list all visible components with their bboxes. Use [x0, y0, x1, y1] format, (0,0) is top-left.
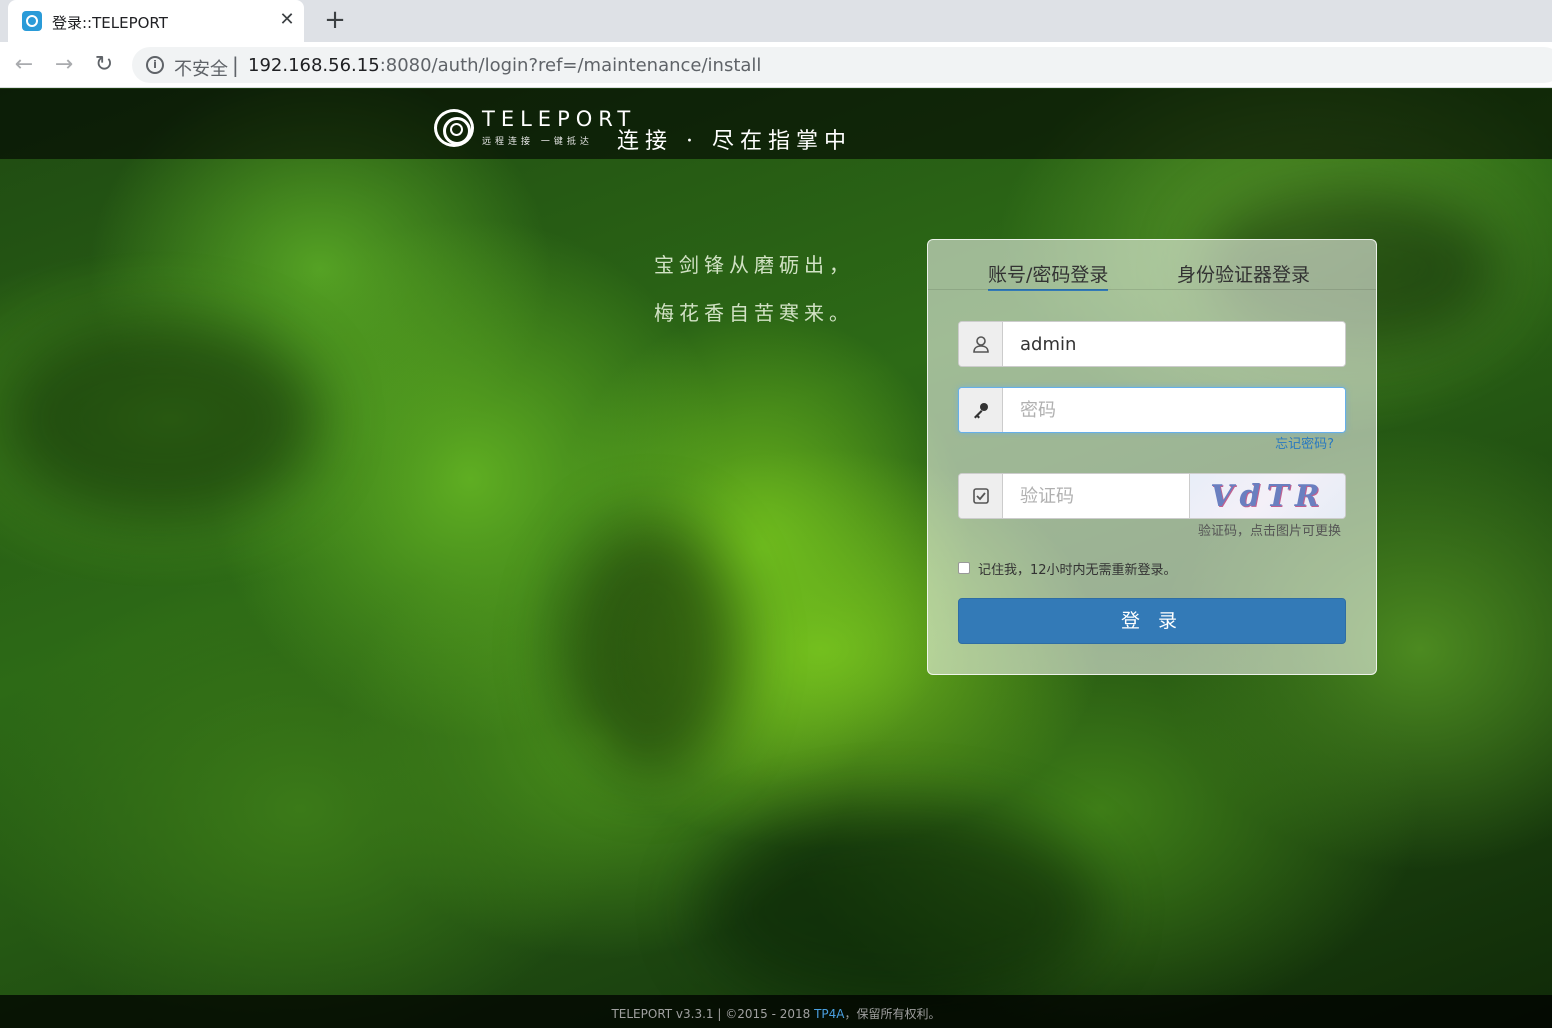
footer-text: TELEPORT v3.3.1 | ©2015 - 2018 TP4A，保留所有…: [0, 1005, 1552, 1022]
browser-tab-strip: 登录::TELEPORT ✕ +: [0, 0, 1552, 42]
tab-authenticator-login[interactable]: 身份验证器登录: [1177, 260, 1310, 287]
url-text[interactable]: 192.168.56.15:8080/auth/login?ref=/maint…: [248, 55, 761, 76]
footer-link-tp4a[interactable]: TP4A: [814, 1007, 844, 1021]
captcha-hint: 验证码，点击图片可更换: [1197, 524, 1341, 539]
url-host: 192.168.56.15: [248, 55, 380, 76]
tab-title: 登录::TELEPORT: [52, 14, 168, 32]
username-input[interactable]: [1004, 322, 1345, 366]
security-label[interactable]: 不安全: [174, 55, 228, 81]
login-page: TELEPORT 远程连接 一键抵达 连接 · 尽在指掌中 宝剑锋从磨砺出， 梅…: [0, 89, 1552, 1028]
site-header: TELEPORT 远程连接 一键抵达 连接 · 尽在指掌中: [0, 89, 1552, 159]
new-tab-button[interactable]: +: [322, 7, 348, 34]
captcha-input[interactable]: [1004, 474, 1189, 518]
key-icon: [959, 388, 1003, 432]
tab-close-icon[interactable]: ✕: [276, 9, 298, 31]
poem-line-1: 宝剑锋从磨砺出，: [654, 253, 854, 277]
forgot-password-link[interactable]: 忘记密码?: [1275, 433, 1334, 452]
login-button[interactable]: 登 录: [958, 598, 1346, 644]
background-shadow: [0, 319, 320, 519]
page-footer: TELEPORT v3.3.1 | ©2015 - 2018 TP4A，保留所有…: [0, 995, 1552, 1028]
password-group: [958, 387, 1346, 433]
teleport-favicon-icon: [22, 11, 42, 31]
footer-rights: ，保留所有权利。: [844, 1007, 941, 1021]
captcha-group: VdTR: [958, 473, 1346, 519]
captcha-image[interactable]: VdTR: [1189, 474, 1345, 518]
background-shadow: [700, 809, 1100, 1009]
forward-button[interactable]: →: [51, 52, 77, 78]
reload-button[interactable]: ↻: [91, 52, 117, 78]
footer-copyright: TELEPORT v3.3.1 | ©2015 - 2018: [611, 1007, 815, 1021]
captcha-image-text: VdTR: [1210, 478, 1326, 514]
password-input[interactable]: [1004, 388, 1345, 432]
remember-me-checkbox[interactable]: [958, 562, 970, 574]
address-bar[interactable]: i 不安全 | 192.168.56.15:8080/auth/login?re…: [132, 47, 1552, 83]
login-panel: 账号/密码登录 身份验证器登录 忘记密码? VdTR 验证码，点击图片可更换: [927, 239, 1377, 675]
slogan: 连接 · 尽在指掌中: [617, 129, 852, 154]
logo-name: TELEPORT: [482, 107, 637, 131]
check-square-icon: [959, 474, 1003, 518]
tab-password-login[interactable]: 账号/密码登录: [988, 260, 1109, 291]
username-group: [958, 321, 1346, 367]
back-button[interactable]: ←: [11, 52, 37, 78]
poem-line-2: 梅花香自苦寒来。: [654, 301, 854, 325]
url-path: :8080/auth/login?ref=/maintenance/instal…: [379, 55, 762, 76]
browser-toolbar: ← → ↻ i 不安全 | 192.168.56.15:8080/auth/lo…: [0, 42, 1552, 88]
logo-subtitle: 远程连接 一键抵达: [482, 137, 593, 147]
url-separator: |: [232, 53, 239, 77]
teleport-logo-icon: [434, 109, 474, 147]
background-shadow: [560, 519, 740, 779]
browser-tab[interactable]: 登录::TELEPORT ✕: [8, 0, 304, 42]
tab-divider: [928, 289, 1376, 290]
info-icon[interactable]: i: [146, 56, 164, 74]
user-icon: [959, 322, 1003, 366]
remember-me-label[interactable]: 记住我，12小时内无需重新登录。: [978, 559, 1177, 578]
